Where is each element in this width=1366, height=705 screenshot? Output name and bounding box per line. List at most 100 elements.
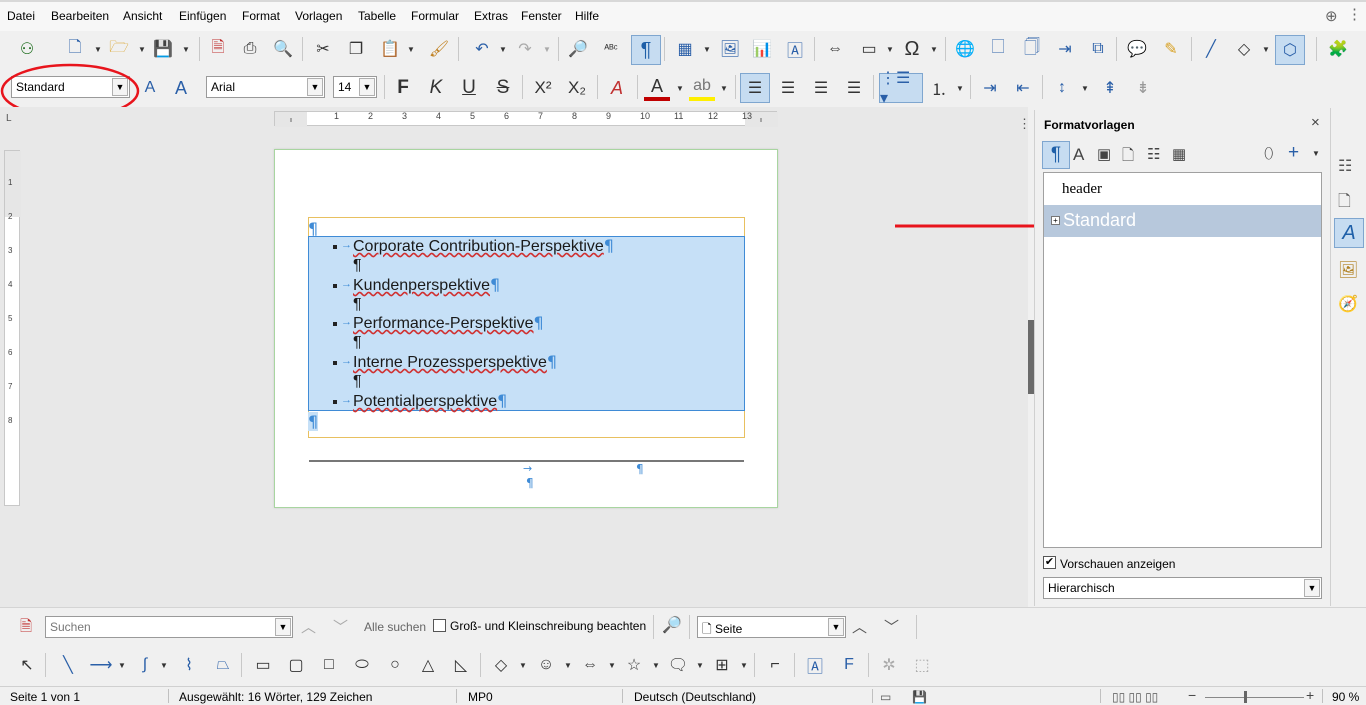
undo-icon[interactable]: ↶ — [469, 36, 495, 62]
bookmark-icon[interactable]: ⇥ — [1052, 36, 1078, 62]
new-style-from-selection-icon[interactable]: + — [1288, 142, 1299, 164]
menu-extras[interactable]: Extras — [474, 9, 508, 23]
new-document-icon[interactable]: 🗋 — [62, 36, 88, 62]
tab-stop-selector[interactable]: L — [6, 113, 12, 124]
insert-page-break-icon[interactable]: ⇔ — [822, 36, 848, 62]
textbox-icon[interactable]: 🄰 — [802, 652, 828, 678]
list-item[interactable]: Performance-Perspektive¶ — [353, 313, 544, 333]
callout-icon[interactable]: 🗨 — [665, 652, 691, 678]
smiley-icon[interactable]: ☺ — [533, 652, 559, 678]
spelling-icon[interactable]: ᴬᴮᶜ — [598, 36, 624, 62]
chevron-down-icon[interactable]: ▼ — [307, 78, 323, 96]
zoom-level[interactable]: 90 % — [1332, 690, 1359, 704]
menu-ansicht[interactable]: Ansicht — [123, 9, 162, 23]
navigator-binoculars-icon[interactable]: ⚇ — [14, 36, 40, 62]
menu-vorlagen[interactable]: Vorlagen — [295, 9, 342, 23]
document-modified-icon[interactable]: 💾 — [912, 690, 927, 704]
increase-indent-icon[interactable]: ⇥ — [977, 75, 1003, 101]
freeform-icon[interactable]: ⌇ — [176, 652, 202, 678]
style-item-header[interactable]: header — [1062, 181, 1102, 198]
flowchart-icon[interactable]: ⊞ — [709, 652, 735, 678]
footnote-icon[interactable]: 🗌 — [985, 36, 1011, 62]
insert-image-icon[interactable]: 🖼 — [717, 36, 743, 62]
styles-icon[interactable]: A — [1334, 218, 1364, 248]
strikethrough-icon[interactable]: S — [490, 75, 516, 101]
insert-chart-icon[interactable]: 📊 — [749, 36, 775, 62]
chevron-down-icon[interactable]: ▼ — [359, 78, 375, 96]
block-arrow-icon[interactable]: ⇔ — [577, 652, 603, 678]
word-count[interactable]: Ausgewählt: 16 Wörter, 129 Zeichen — [179, 690, 372, 704]
comment-icon[interactable]: 💬 — [1124, 36, 1150, 62]
curve-icon[interactable]: ∫ — [132, 652, 158, 678]
list-item[interactable]: Kundenperspektive¶ — [353, 275, 500, 295]
menu-fenster[interactable]: Fenster — [521, 9, 562, 23]
hyperlink-icon[interactable]: 🌐 — [952, 36, 978, 62]
menu-tabelle[interactable]: Tabelle — [358, 9, 396, 23]
circle-icon[interactable]: ○ — [382, 652, 408, 678]
rectangle-icon[interactable]: ▭ — [250, 652, 276, 678]
list-item[interactable]: Corporate Contribution-Perspektive¶ — [353, 236, 614, 256]
find-next-icon[interactable]: ﹀ — [333, 616, 348, 637]
page-style[interactable]: MP0 — [468, 690, 493, 704]
more-icon[interactable]: ⋮ — [1018, 116, 1031, 132]
justify-icon[interactable]: ☰ — [841, 75, 867, 101]
cross-reference-icon[interactable]: ⧉ — [1085, 36, 1111, 62]
insert-caption-icon[interactable]: ⌐ — [762, 652, 788, 678]
ordered-list-icon[interactable]: ⒈ — [926, 75, 952, 101]
clone-formatting-icon[interactable]: 🖌 — [426, 36, 452, 62]
zoom-in-icon[interactable]: + — [1306, 687, 1314, 703]
italic-icon[interactable]: K — [423, 75, 449, 101]
gallery-icon[interactable]: 🖼 — [1338, 260, 1358, 280]
properties-icon[interactable]: ☷ — [1338, 156, 1352, 176]
preview-checkbox[interactable]: ✔ — [1043, 556, 1056, 569]
copy-icon[interactable]: ❐ — [343, 36, 369, 62]
redo-icon[interactable]: ↷ — [512, 36, 538, 62]
menu-format[interactable]: Format — [242, 9, 280, 23]
highlight-color-icon[interactable]: ab — [689, 75, 715, 101]
fontwork-icon[interactable]: F — [836, 652, 862, 678]
close-find-icon[interactable]: 🗎 — [20, 616, 32, 641]
paragraph-styles-icon[interactable]: ¶ — [1042, 141, 1070, 169]
close-icon[interactable]: × — [1311, 114, 1320, 131]
scope-next-icon[interactable]: ﹀ — [884, 616, 899, 637]
clear-formatting-icon[interactable]: A — [604, 75, 630, 101]
list-item[interactable]: Interne Prozessperspektive¶ — [353, 352, 557, 372]
chevron-down-icon[interactable]: ▼ — [275, 618, 291, 636]
character-styles-icon[interactable]: A — [1073, 145, 1084, 165]
draw-line-icon[interactable]: ╲ — [55, 652, 81, 678]
extension-icon[interactable]: 🧩 — [1325, 36, 1351, 62]
basic-shapes-icon[interactable]: ◇ — [1231, 36, 1257, 62]
right-triangle-icon[interactable]: ◺ — [448, 652, 474, 678]
decrease-indent-icon[interactable]: ⇤ — [1010, 75, 1036, 101]
page-icon[interactable]: 🗋 — [1338, 190, 1351, 217]
subscript-icon[interactable]: X₂ — [564, 75, 590, 101]
search-scope-select[interactable]: 🗋 Seite ▼ — [697, 616, 846, 638]
more-icon[interactable]: ⋮ — [1347, 5, 1362, 23]
print-icon[interactable]: ⎙ — [237, 36, 263, 62]
insert-mode-icon[interactable]: ▭ — [880, 690, 891, 704]
menu-datei[interactable]: Datei — [7, 9, 35, 23]
save-icon[interactable]: 💾 — [150, 36, 176, 62]
menu-formular[interactable]: Formular — [411, 9, 459, 23]
select-arrow-icon[interactable]: ↖ — [14, 652, 40, 678]
align-right-icon[interactable]: ☰ — [808, 75, 834, 101]
diamond-icon[interactable]: ◇ — [488, 652, 514, 678]
star-icon[interactable]: ☆ — [621, 652, 647, 678]
style-item-standard[interactable]: + Standard — [1044, 205, 1321, 237]
match-case-checkbox[interactable] — [433, 619, 446, 632]
style-list[interactable]: header + Standard — [1043, 172, 1322, 548]
ellipse-icon[interactable]: ⬭ — [349, 652, 375, 678]
draw-functions-icon[interactable]: ⬡ — [1275, 35, 1305, 65]
expand-icon[interactable]: + — [1051, 216, 1060, 225]
square-icon[interactable]: □ — [316, 652, 342, 678]
list-styles-icon[interactable]: ☷ — [1147, 145, 1160, 163]
paste-icon[interactable]: 📋 — [377, 36, 403, 62]
insert-table-icon[interactable]: ▦ — [672, 36, 698, 62]
fill-format-icon[interactable]: ⬯ — [1264, 145, 1273, 162]
menu-bearbeiten[interactable]: Bearbeiten — [51, 9, 109, 23]
polygon-icon[interactable]: ⏢ — [210, 652, 236, 678]
increase-paragraph-spacing-icon[interactable]: ⇞ — [1097, 75, 1123, 101]
new-style-icon[interactable]: A — [168, 75, 194, 101]
zoom-slider-thumb[interactable] — [1244, 691, 1247, 703]
chevron-down-icon[interactable]: ▼ — [1312, 149, 1320, 158]
